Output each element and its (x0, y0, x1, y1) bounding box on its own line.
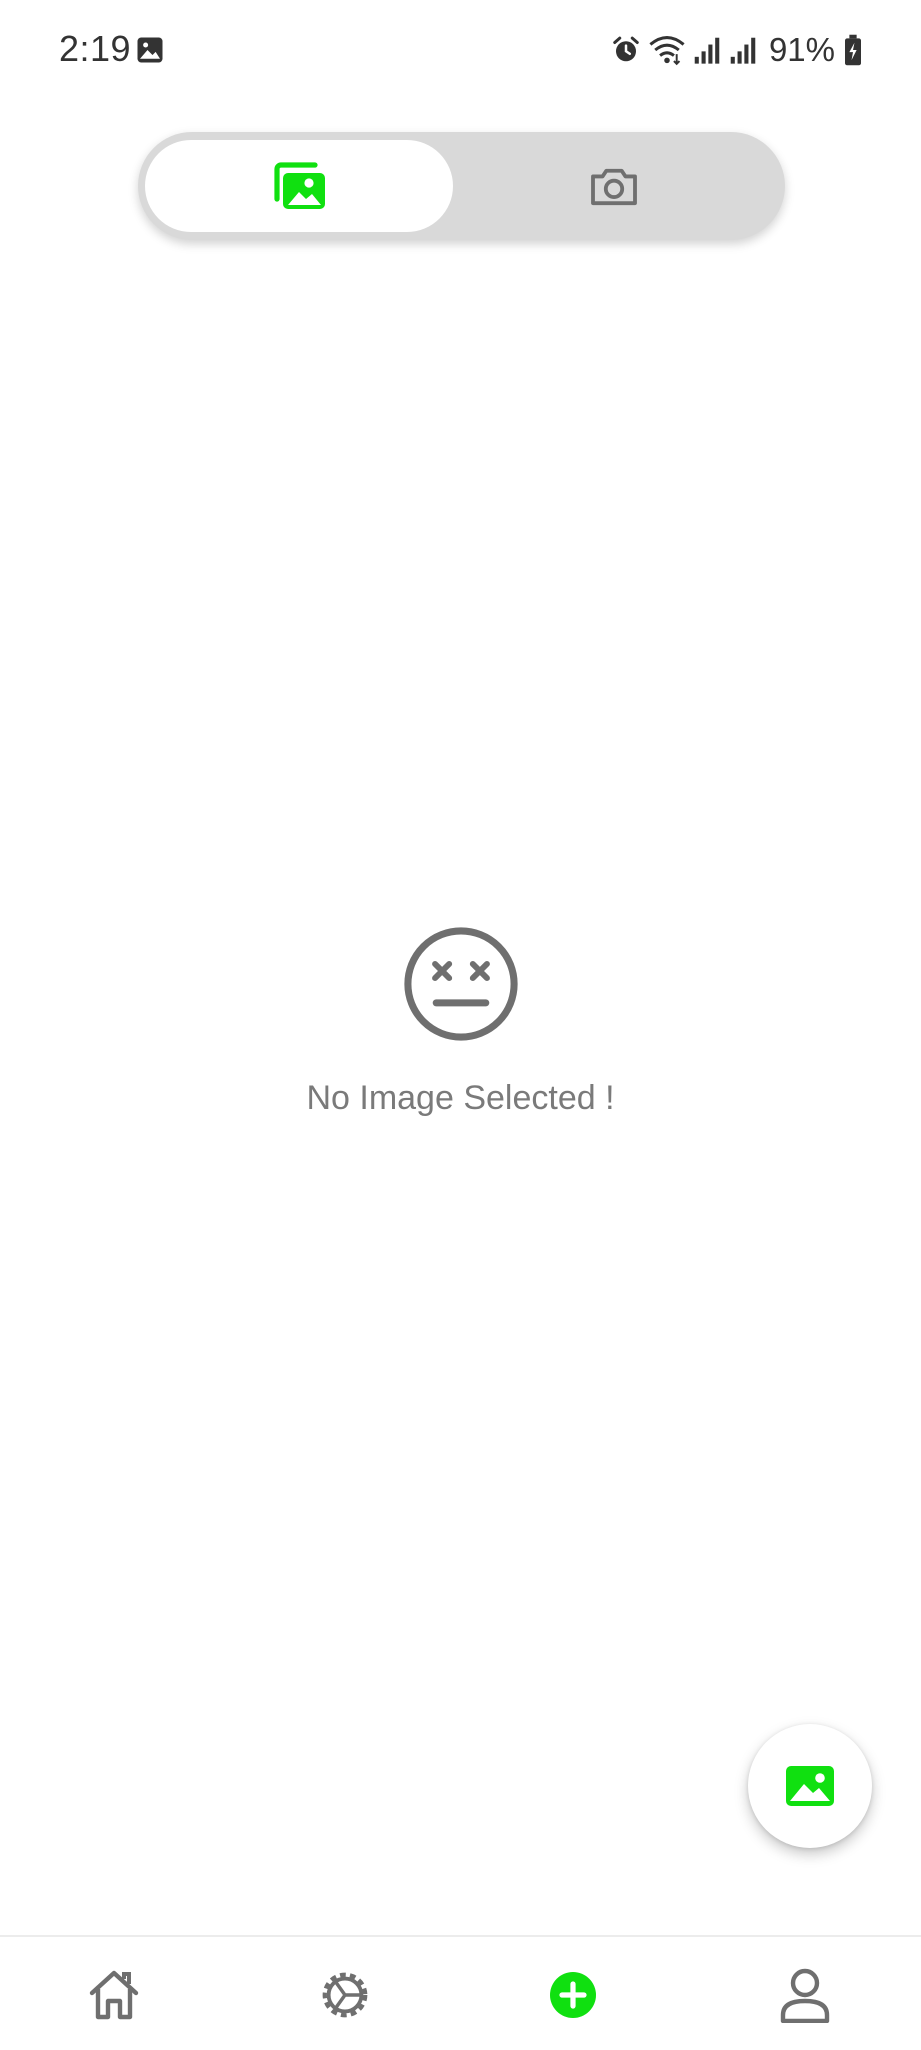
pick-image-fab[interactable] (748, 1724, 872, 1848)
battery-charging-icon (845, 34, 861, 66)
empty-state-message: No Image Selected ! (306, 1079, 615, 1117)
signal-icon-2 (730, 37, 756, 64)
toggle-gallery-option[interactable] (145, 140, 453, 232)
image-notification-icon (137, 37, 163, 63)
nav-settings[interactable] (315, 1965, 375, 2025)
toggle-camera-option[interactable] (460, 140, 768, 232)
status-icons: 91% (611, 30, 863, 70)
gallery-icon (274, 162, 325, 209)
camera-icon (591, 168, 637, 206)
image-source-toggle (138, 132, 785, 240)
empty-state: No Image Selected ! (0, 925, 921, 1118)
nav-home[interactable] (84, 1965, 144, 2025)
nav-add[interactable] (543, 1965, 603, 2025)
bottom-navigation (0, 1935, 921, 2050)
battery-percent: 91% (768, 31, 835, 68)
status-time: 2:19 (59, 28, 132, 69)
dizzy-face-icon (403, 927, 518, 1041)
image-add-icon (786, 1766, 834, 1806)
wifi-icon (649, 36, 685, 66)
home-icon (89, 1970, 139, 2020)
add-icon (550, 1972, 596, 2018)
nav-profile[interactable] (775, 1965, 835, 2025)
profile-icon (780, 1968, 830, 2023)
alarm-icon (613, 36, 639, 62)
signal-icon-1 (694, 37, 720, 64)
status-bar: 2:19 91% (0, 0, 921, 100)
settings-icon (322, 1972, 368, 2018)
